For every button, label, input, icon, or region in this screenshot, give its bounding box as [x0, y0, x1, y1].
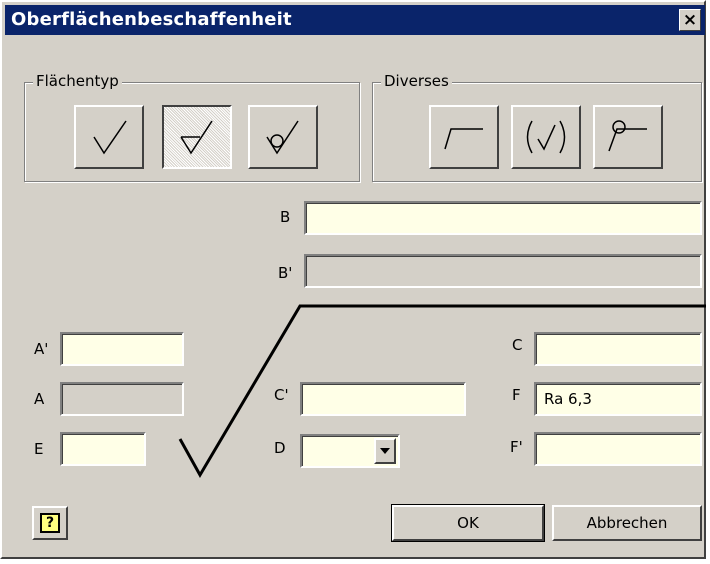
label-a: A [34, 390, 45, 408]
ok-button[interactable]: OK [391, 504, 545, 542]
combo-d-dropdown-button[interactable] [374, 438, 396, 464]
help-icon: ? [40, 513, 60, 533]
label-f-prime: F' [510, 438, 523, 456]
label-c-prime: C' [274, 386, 289, 404]
surface-symbol-diagram [178, 304, 706, 479]
label-f: F [512, 386, 521, 404]
field-c[interactable] [534, 332, 702, 366]
label-c: C [512, 336, 523, 354]
combo-d[interactable] [300, 434, 400, 468]
surface-texture-dialog: Oberflächenbeschaffenheit × Flächentyp D… [0, 0, 706, 559]
cancel-button[interactable]: Abbrechen [552, 505, 702, 541]
label-d: D [274, 439, 286, 457]
label-e: E [34, 440, 44, 458]
help-button[interactable]: ? [32, 506, 68, 540]
field-a-prime[interactable] [60, 332, 184, 366]
field-f[interactable]: Ra 6,3 [534, 382, 702, 416]
field-e[interactable] [60, 432, 146, 466]
chevron-down-icon [380, 448, 390, 454]
label-a-prime: A' [34, 340, 49, 358]
field-c-prime[interactable] [300, 382, 466, 416]
field-f-prime[interactable] [534, 432, 702, 466]
field-a[interactable] [60, 382, 184, 416]
